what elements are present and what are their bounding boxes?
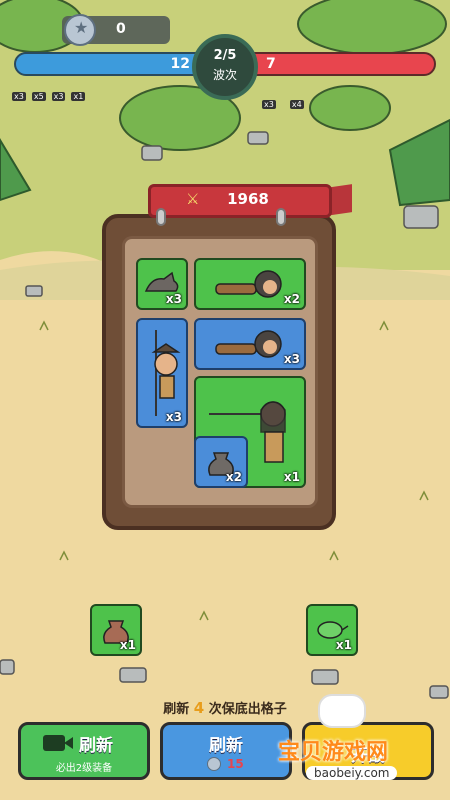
panel-clip (276, 208, 286, 226)
gamepad-logo-icon (318, 694, 366, 728)
unit-count: x1 (71, 92, 86, 101)
tile-quantity: x3 (165, 410, 182, 424)
video-camera-lens (64, 737, 73, 749)
unit-count: x5 (31, 92, 46, 101)
star-icon: ★ (74, 18, 89, 37)
video-refresh-button[interactable]: 刷新 必出2级装备 (18, 722, 150, 780)
tile-quantity: x3 (283, 352, 300, 366)
wave-progress: 2/5 (213, 48, 237, 63)
video-camera-icon (43, 735, 65, 751)
unit-count: x4 (289, 100, 304, 109)
hint-suffix: 次保底出格子 (208, 702, 287, 717)
tile-quantity: x3 (165, 292, 182, 306)
watermark-text: 宝贝游戏网 (278, 740, 389, 765)
ally-count: 12 (170, 56, 190, 72)
tile-quantity: x2 (225, 470, 242, 484)
wave-label: 波次 (212, 68, 237, 82)
unit-count: x3 (51, 92, 66, 101)
coin-icon (207, 757, 221, 771)
bench-slot[interactable]: x1 (306, 604, 358, 656)
tile-quantity: x1 (119, 638, 136, 652)
caveman-lying-icon (215, 270, 282, 298)
item-tile[interactable]: x3 (136, 318, 188, 428)
enemy-units: x3 x4 (262, 100, 304, 109)
refresh-cost: 15 (227, 757, 244, 771)
game-scene: ★ 0 12 7 2/5 波次 x3 x5 x3 x1 x3 x4 ⚔ 1968… (0, 0, 450, 800)
tile-quantity: x2 (283, 292, 300, 306)
video-refresh-subtitle: 必出2级装备 (55, 763, 113, 774)
coin-refresh-button[interactable]: 刷新 15 (160, 722, 292, 780)
enemy-count: 7 (266, 56, 276, 72)
video-refresh-label: 刷新 (79, 736, 113, 756)
tile-quantity: x1 (335, 638, 352, 652)
tile-quantity: x1 (283, 470, 300, 484)
item-tile[interactable]: x2 (194, 436, 248, 488)
combat-power: 1968 (227, 190, 269, 208)
hint-count: 4 (193, 699, 205, 717)
unit-count: x3 (262, 100, 276, 109)
coin-amount: 0 (116, 21, 126, 37)
hint-prefix: 刷新 (163, 702, 190, 717)
panel-clip (156, 208, 166, 226)
item-tile[interactable]: x3 (194, 318, 306, 370)
watermark-url: baobeiy.com (306, 766, 398, 780)
coin-refresh-label: 刷新 (209, 736, 243, 756)
ally-units: x3 x5 x3 x1 (12, 92, 86, 101)
item-tile[interactable]: x2 (194, 258, 306, 310)
unit-count: x3 (12, 92, 26, 101)
spear-warrior-icon (151, 330, 181, 416)
enemy-strength-bar (250, 52, 436, 76)
bench-slot[interactable]: x1 (90, 604, 142, 656)
item-tile[interactable]: x3 (136, 258, 188, 310)
refresh-guarantee-hint: 刷新 4 次保底出格子 (0, 698, 450, 717)
caveman-lying-icon (215, 330, 282, 358)
